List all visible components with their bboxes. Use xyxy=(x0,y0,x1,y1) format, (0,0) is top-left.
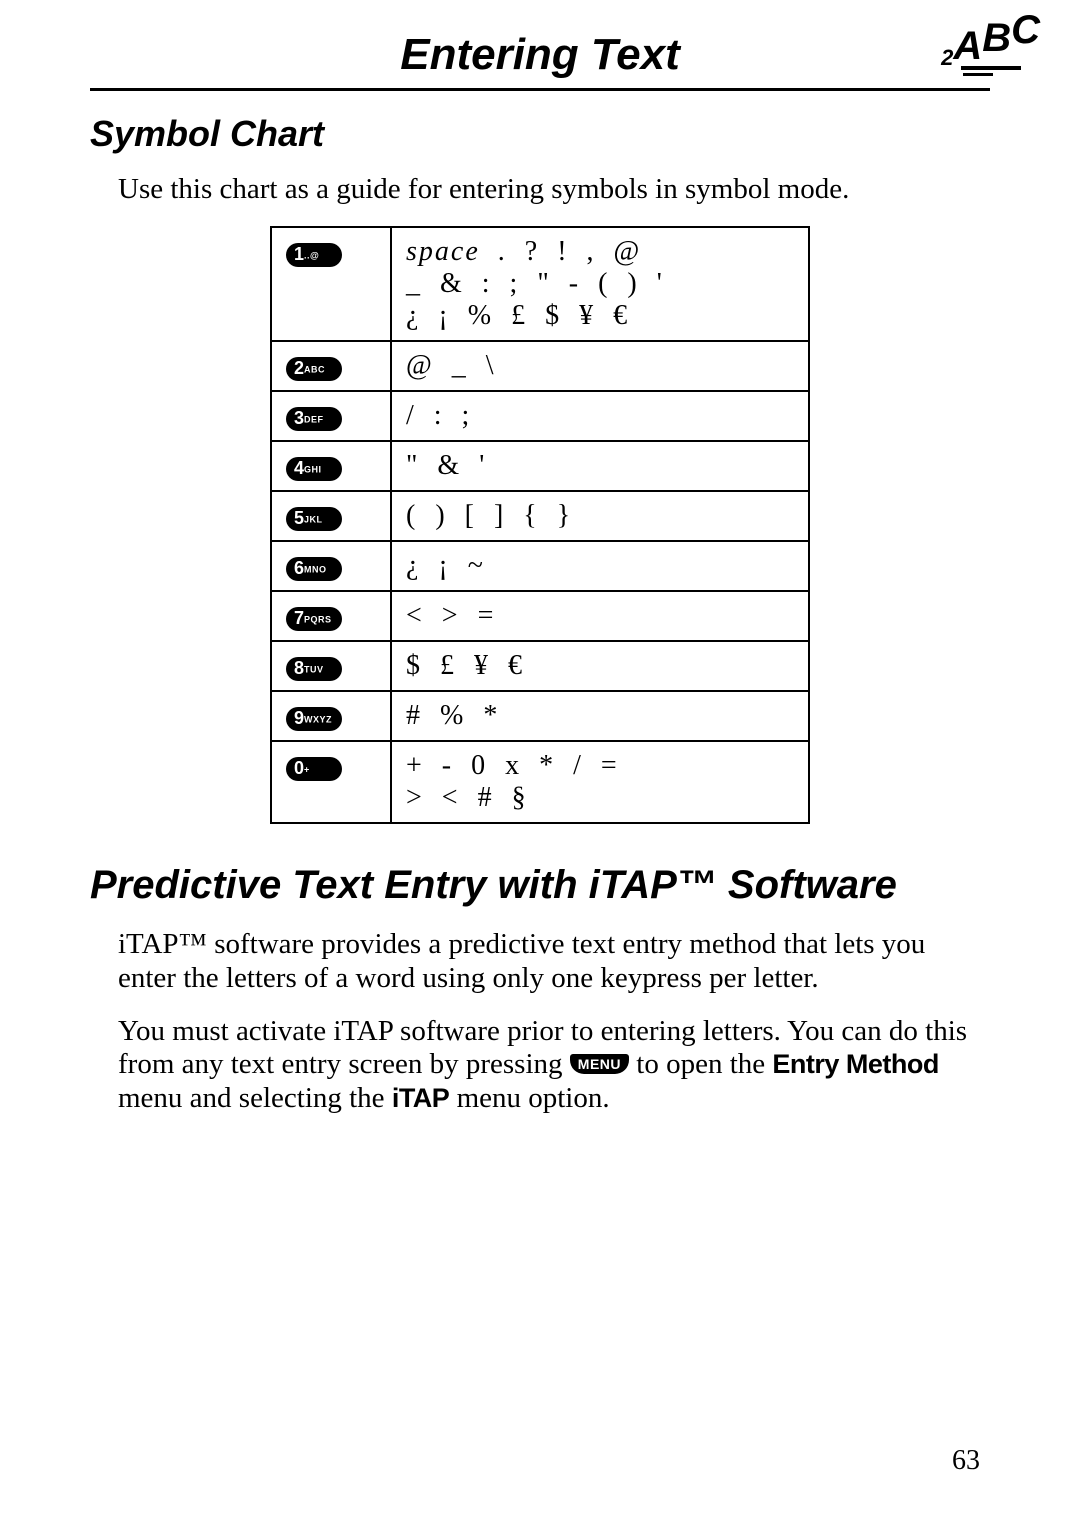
phone-key-icon: 2ABC xyxy=(286,357,342,381)
phone-key-icon: 8TUV xyxy=(286,657,342,681)
table-row: 6MNO ¿ ¡ ~ xyxy=(271,541,809,591)
key-cell: 9WXYZ xyxy=(271,691,391,741)
table-row: 8TUV $ £ ¥ € xyxy=(271,641,809,691)
symbols-cell: < > = xyxy=(391,591,809,641)
symbols-cell: # % * xyxy=(391,691,809,741)
table-row: 5JKL ( ) [ ] { } xyxy=(271,491,809,541)
key-cell: 3DEF xyxy=(271,391,391,441)
itap-label: iTAP xyxy=(392,1083,450,1113)
section-title-symbol-chart: Symbol Chart xyxy=(90,113,990,155)
page-header: Entering Text 2ABC xyxy=(90,30,990,91)
phone-key-icon: 3DEF xyxy=(286,407,342,431)
table-row: 3DEF / : ; xyxy=(271,391,809,441)
symbol-chart-table: 1..@ space . ? ! , @ _ & : ; " - ( ) ' ¿ … xyxy=(270,226,810,824)
itap-p2-end: menu option. xyxy=(457,1082,610,1114)
table-row: 4GHI " & ' xyxy=(271,441,809,491)
phone-key-icon: 6MNO xyxy=(286,557,342,581)
symbols-cell: $ £ ¥ € xyxy=(391,641,809,691)
symbols-cell: space . ? ! , @ _ & : ; " - ( ) ' ¿ ¡ % … xyxy=(391,227,809,341)
symbols-cell: ( ) [ ] { } xyxy=(391,491,809,541)
section-title-itap: Predictive Text Entry with iTAP™ Softwar… xyxy=(90,862,990,908)
itap-paragraph-2: You must activate iTAP software prior to… xyxy=(118,1015,990,1115)
page-number: 63 xyxy=(952,1445,980,1477)
phone-key-icon: 7PQRS xyxy=(286,607,342,631)
entry-method-label: Entry Method xyxy=(772,1049,939,1079)
table-row: 1..@ space . ? ! , @ _ & : ; " - ( ) ' ¿ … xyxy=(271,227,809,341)
key-cell: 7PQRS xyxy=(271,591,391,641)
phone-key-icon: 1..@ xyxy=(286,243,342,267)
symbols-cell: ¿ ¡ ~ xyxy=(391,541,809,591)
table-row: 9WXYZ # % * xyxy=(271,691,809,741)
symbols-cell: " & ' xyxy=(391,441,809,491)
key-cell: 0+ xyxy=(271,741,391,823)
symbol-chart-intro: Use this chart as a guide for entering s… xyxy=(118,173,990,206)
itap-p2-mid2: menu and selecting the xyxy=(118,1082,392,1114)
table-row: 7PQRS < > = xyxy=(271,591,809,641)
itap-paragraph-1: iTAP™ software provides a predictive tex… xyxy=(118,928,990,995)
itap-p2-mid: to open the xyxy=(636,1048,772,1080)
table-row: 0+ + - 0 x * / = > < # § xyxy=(271,741,809,823)
key-cell: 8TUV xyxy=(271,641,391,691)
phone-key-icon: 4GHI xyxy=(286,457,342,481)
key-cell: 5JKL xyxy=(271,491,391,541)
key-cell: 6MNO xyxy=(271,541,391,591)
phone-key-icon: 5JKL xyxy=(286,507,342,531)
key-cell: 2ABC xyxy=(271,341,391,391)
menu-key-icon: MENU xyxy=(570,1054,629,1074)
page-title: Entering Text xyxy=(400,30,680,79)
symbols-cell: / : ; xyxy=(391,391,809,441)
symbols-cell: + - 0 x * / = > < # § xyxy=(391,741,809,823)
title-underline: Entering Text xyxy=(90,30,990,91)
phone-key-icon: 0+ xyxy=(286,757,342,781)
key-cell: 4GHI xyxy=(271,441,391,491)
table-row: 2ABC @ _ \ xyxy=(271,341,809,391)
symbols-cell: @ _ \ xyxy=(391,341,809,391)
phone-key-icon: 9WXYZ xyxy=(286,707,342,731)
key-cell: 1..@ xyxy=(271,227,391,341)
abc-text-entry-icon: 2ABC xyxy=(941,28,1040,76)
